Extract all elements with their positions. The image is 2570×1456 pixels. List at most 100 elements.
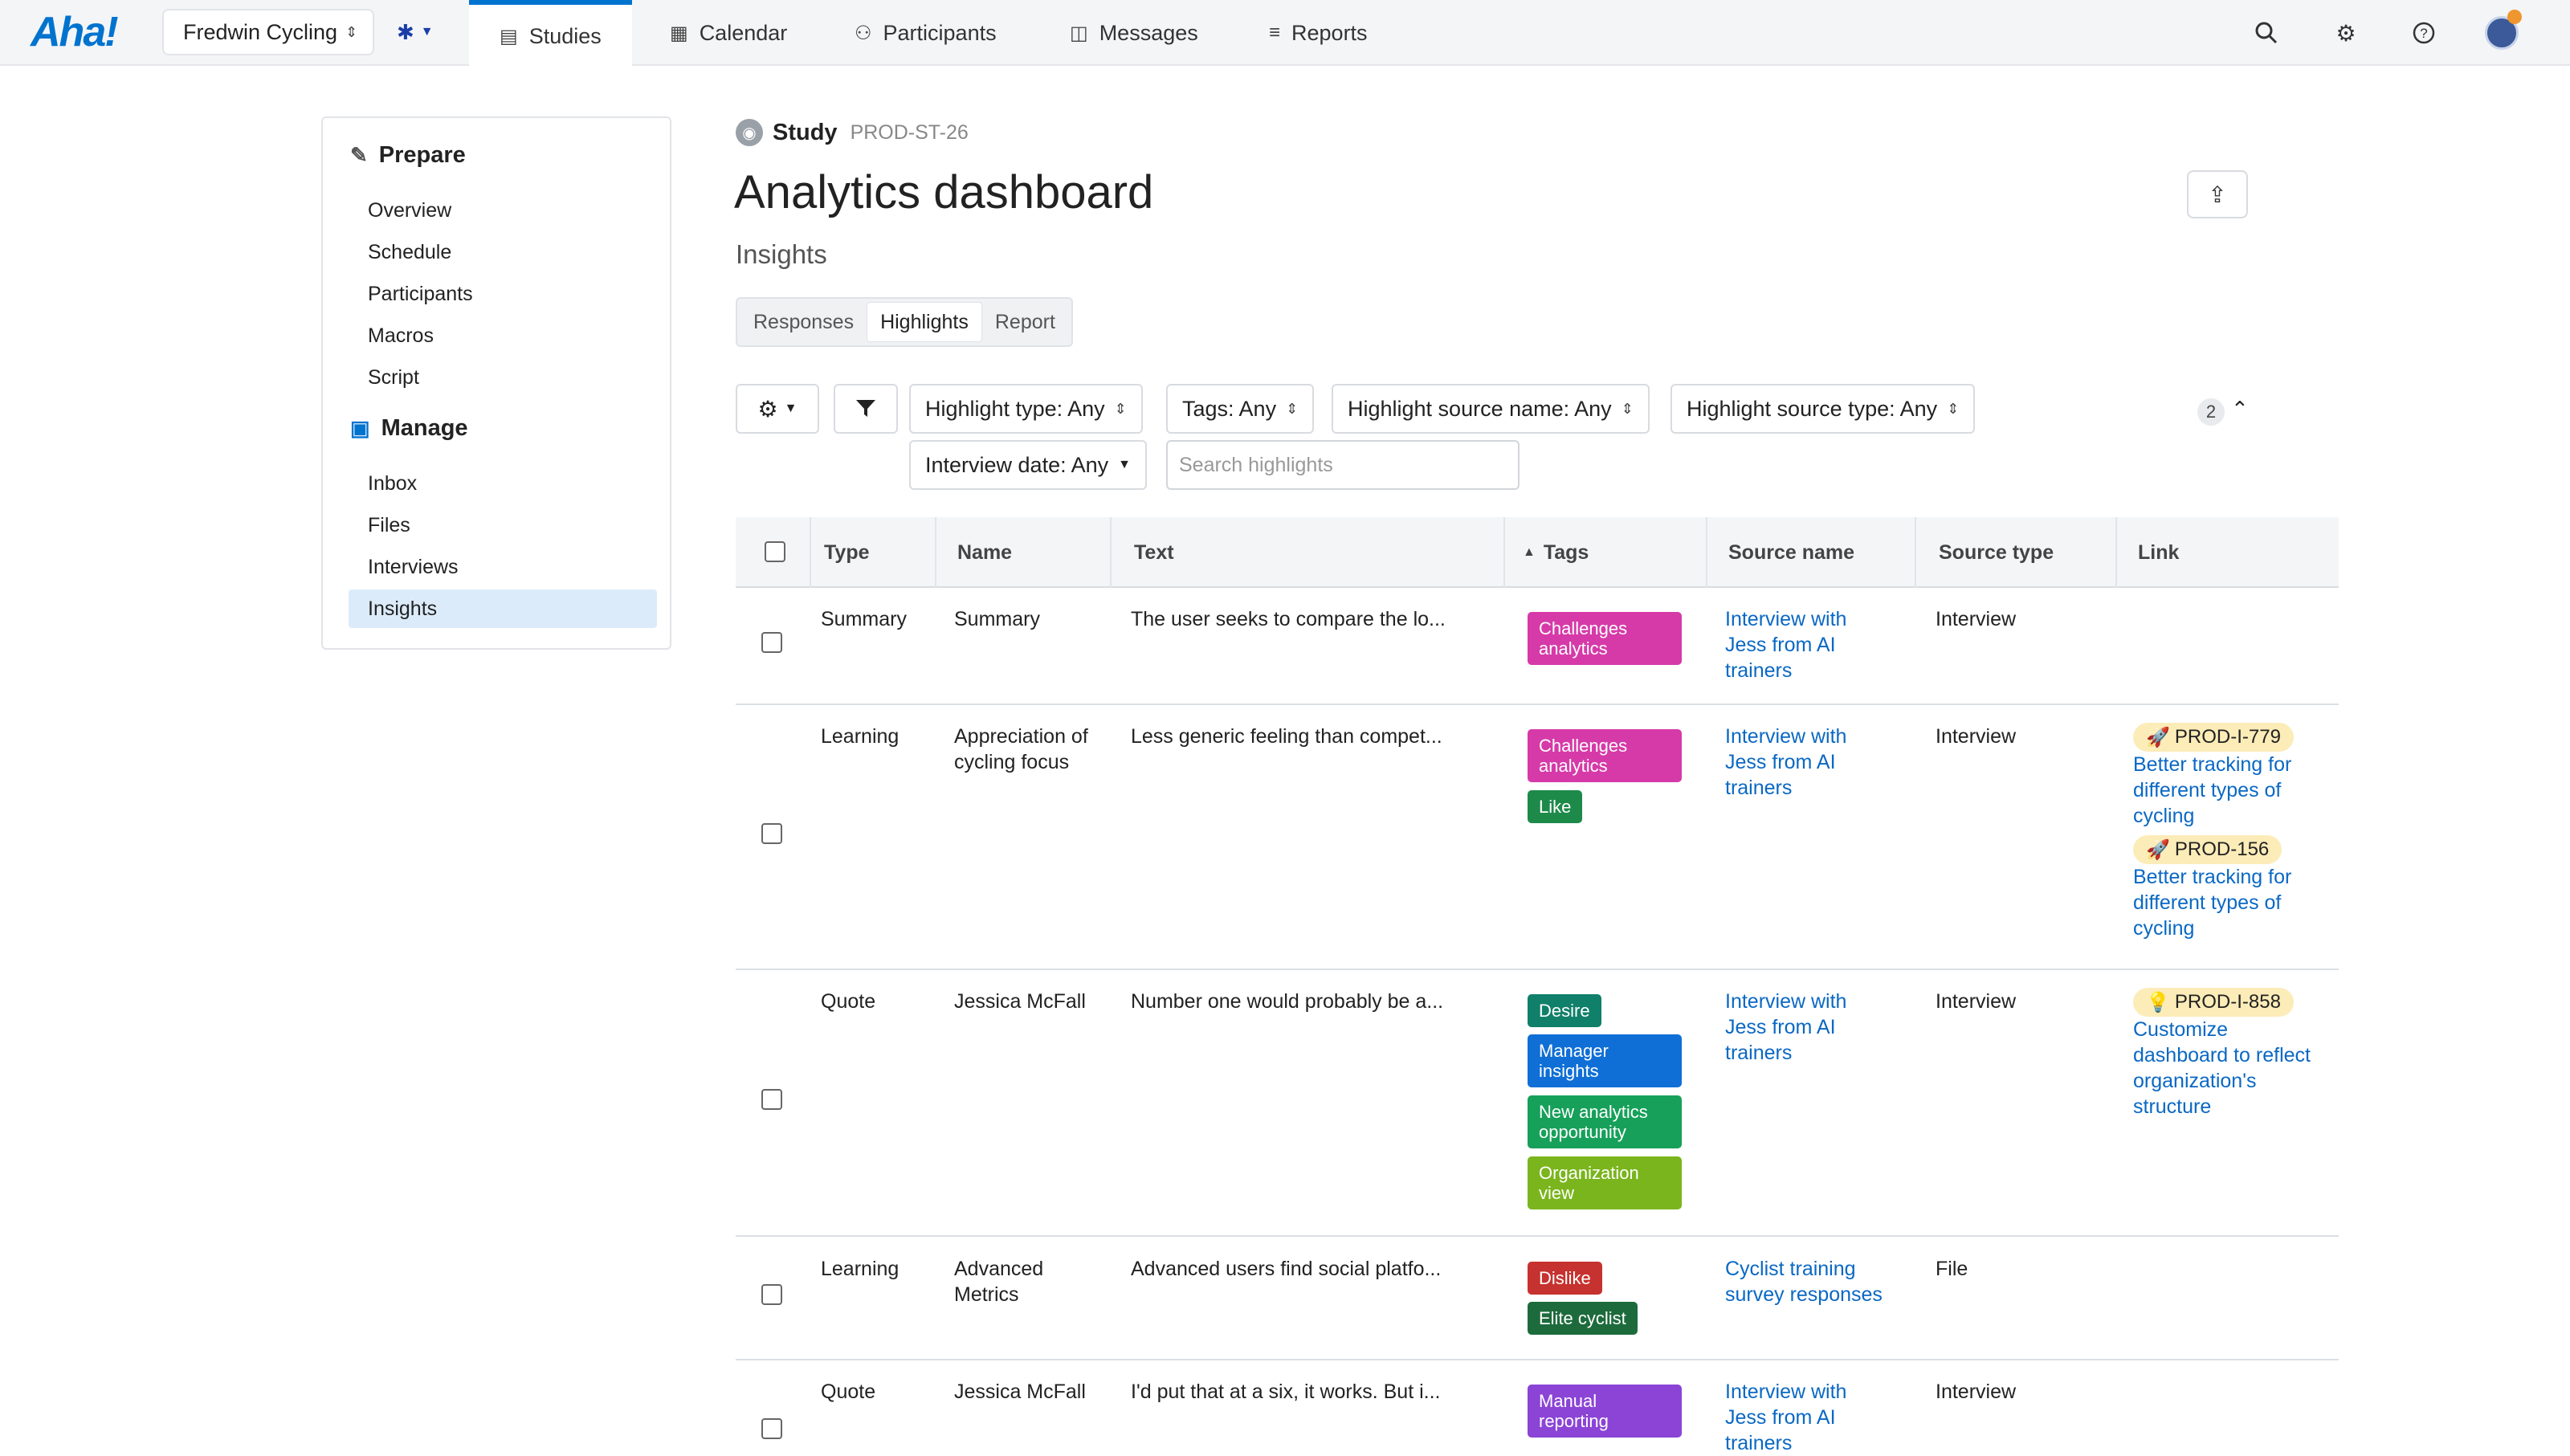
source-type-filter[interactable]: Highlight source type: Any ⇕ — [1670, 384, 1976, 434]
row-checkbox[interactable] — [761, 823, 782, 844]
tab-label: Participants — [883, 20, 997, 45]
asterisk-icon: ✱ — [397, 19, 414, 44]
tag-badge[interactable]: Manual reporting — [1528, 1385, 1682, 1438]
column-link[interactable]: Link — [2138, 517, 2179, 588]
rocket-icon: 🚀 — [2146, 838, 2170, 861]
export-button[interactable]: ⇪ — [2187, 170, 2248, 218]
cell-text[interactable]: I'd put that at a six, it works. But i..… — [1131, 1379, 1484, 1405]
sidebar-item-files[interactable]: Files — [349, 506, 657, 544]
linked-record-id: PROD-I-779 — [2174, 726, 2281, 748]
study-code[interactable]: PROD-ST-26 — [851, 121, 969, 145]
column-divider — [1110, 517, 1112, 588]
ai-settings-icon[interactable]: ⚙ — [2329, 16, 2363, 50]
studies-icon: ▤ — [500, 25, 518, 47]
column-text[interactable]: Text — [1134, 517, 1174, 588]
cell-source-name[interactable]: Interview with Jess from AI trainers — [1725, 606, 1886, 683]
search-icon[interactable] — [2250, 16, 2283, 50]
tab-studies[interactable]: ▤ Studies — [469, 0, 632, 67]
tag-badge[interactable]: New analytics opportunity — [1528, 1095, 1682, 1148]
settings-menu-button[interactable]: ⚙ ▼ — [736, 384, 819, 434]
study-icon: ◉ — [736, 119, 763, 146]
row-checkbox[interactable] — [761, 632, 782, 653]
filter-label: Interview date: Any — [925, 452, 1109, 477]
tab-calendar[interactable]: ▦ Calendar — [639, 0, 818, 66]
linked-record-title[interactable]: Better tracking for different types of c… — [2133, 864, 2326, 941]
participants-icon: ⚇ — [855, 22, 872, 44]
funnel-icon — [856, 400, 875, 417]
column-type[interactable]: Type — [824, 517, 870, 588]
linked-record-title[interactable]: Better tracking for different types of c… — [2133, 752, 2326, 829]
column-divider — [935, 517, 936, 588]
cell-text[interactable]: Less generic feeling than compet... — [1131, 724, 1484, 749]
linked-record-badge[interactable]: 🚀 PROD-I-779 — [2133, 723, 2294, 752]
sidebar-item-overview[interactable]: Overview — [349, 191, 657, 230]
column-source-name[interactable]: Source name — [1728, 517, 1854, 588]
sidebar-item-inbox[interactable]: Inbox — [349, 464, 657, 503]
tab-report[interactable]: Report — [982, 302, 1068, 342]
linked-record-title[interactable]: Customize dashboard to reflect organizat… — [2133, 1017, 2326, 1120]
row-checkbox[interactable] — [761, 1089, 782, 1110]
row-checkbox[interactable] — [761, 1284, 782, 1305]
search-input[interactable] — [1166, 440, 1520, 490]
cell-text[interactable]: Advanced users find social platfo... — [1131, 1256, 1484, 1282]
sidebar-item-participants[interactable]: Participants — [349, 275, 657, 313]
sidebar-item-macros[interactable]: Macros — [349, 316, 657, 355]
tab-responses[interactable]: Responses — [740, 302, 867, 342]
sidebar-item-schedule[interactable]: Schedule — [349, 233, 657, 271]
cell-source-name[interactable]: Interview with Jess from AI trainers — [1725, 1379, 1886, 1456]
linked-record-badge[interactable]: 💡 PROD-I-858 — [2133, 988, 2294, 1017]
tab-reports[interactable]: ≡ Reports — [1238, 0, 1398, 66]
sidebar-item-insights[interactable]: Insights — [349, 589, 657, 628]
tab-highlights[interactable]: Highlights — [867, 302, 982, 342]
row-divider — [736, 1235, 2339, 1237]
cell-name: Jessica McFall — [954, 990, 1086, 1013]
tab-participants[interactable]: ⚇ Participants — [824, 0, 1027, 66]
column-divider — [1915, 517, 1916, 588]
cell-text[interactable]: The user seeks to compare the lo... — [1131, 606, 1484, 632]
tag-badge[interactable]: Elite cyclist — [1528, 1302, 1638, 1335]
chevron-down-icon: ▼ — [1118, 458, 1131, 471]
highlight-type-filter[interactable]: Highlight type: Any ⇕ — [909, 384, 1143, 434]
tag-badge[interactable]: Dislike — [1528, 1262, 1602, 1295]
tag-badge[interactable]: Like — [1528, 790, 1583, 823]
edit-checklist-icon: ✎ — [350, 143, 368, 167]
clipboard-icon: ▣ — [350, 416, 370, 440]
tag-badge[interactable]: Manager insights — [1528, 1034, 1682, 1087]
cell-text[interactable]: Number one would probably be a... — [1131, 989, 1484, 1014]
workspace-menu-button[interactable]: ✱ ▼ — [397, 16, 434, 48]
tag-badge[interactable]: Organization view — [1528, 1156, 1682, 1209]
cell-source-name[interactable]: Interview with Jess from AI trainers — [1725, 989, 1886, 1066]
svg-text:?: ? — [2420, 26, 2427, 41]
sidebar-item-script[interactable]: Script — [349, 358, 657, 397]
source-name-filter[interactable]: Highlight source name: Any ⇕ — [1332, 384, 1650, 434]
sidebar-item-interviews[interactable]: Interviews — [349, 548, 657, 586]
column-divider — [810, 517, 811, 588]
chevron-down-icon: ▼ — [420, 25, 434, 39]
help-icon[interactable]: ? — [2407, 16, 2441, 50]
interview-date-filter[interactable]: Interview date: Any ▼ — [909, 440, 1147, 490]
select-all-checkbox[interactable] — [765, 541, 785, 562]
cell-source-name[interactable]: Interview with Jess from AI trainers — [1725, 724, 1886, 801]
row-divider — [736, 704, 2339, 705]
linked-record-badge[interactable]: 🚀 PROD-156 — [2133, 835, 2282, 864]
column-divider — [2115, 517, 2117, 588]
column-source-type[interactable]: Source type — [1939, 517, 2054, 588]
column-name[interactable]: Name — [957, 517, 1012, 588]
sort-arrows-icon: ⇕ — [1621, 400, 1634, 417]
column-tags[interactable]: ▲ Tags — [1523, 517, 1589, 588]
filter-label: Highlight type: Any — [925, 396, 1105, 421]
tab-messages[interactable]: ◫ Messages — [1039, 0, 1229, 66]
cell-source-type: Interview — [1936, 1381, 2017, 1403]
column-divider — [1503, 517, 1505, 588]
tag-badge[interactable]: Challenges analytics — [1528, 612, 1682, 665]
tag-badge[interactable]: Challenges analytics — [1528, 729, 1682, 782]
top-navigation: Aha! Fredwin Cycling ⇕ ✱ ▼ ▤ Studies ▦ C… — [0, 0, 2570, 67]
workspace-select[interactable]: Fredwin Cycling ⇕ — [162, 9, 374, 55]
row-checkbox[interactable] — [761, 1418, 782, 1439]
tags-filter[interactable]: Tags: Any ⇕ — [1166, 384, 1315, 434]
tag-badge[interactable]: Desire — [1528, 994, 1601, 1027]
filter-button[interactable] — [834, 384, 898, 434]
cell-source-name[interactable]: Cyclist training survey responses — [1725, 1256, 1902, 1307]
aha-logo[interactable]: Aha! — [31, 8, 119, 56]
chevron-up-icon[interactable]: ⌃ — [2231, 397, 2249, 422]
